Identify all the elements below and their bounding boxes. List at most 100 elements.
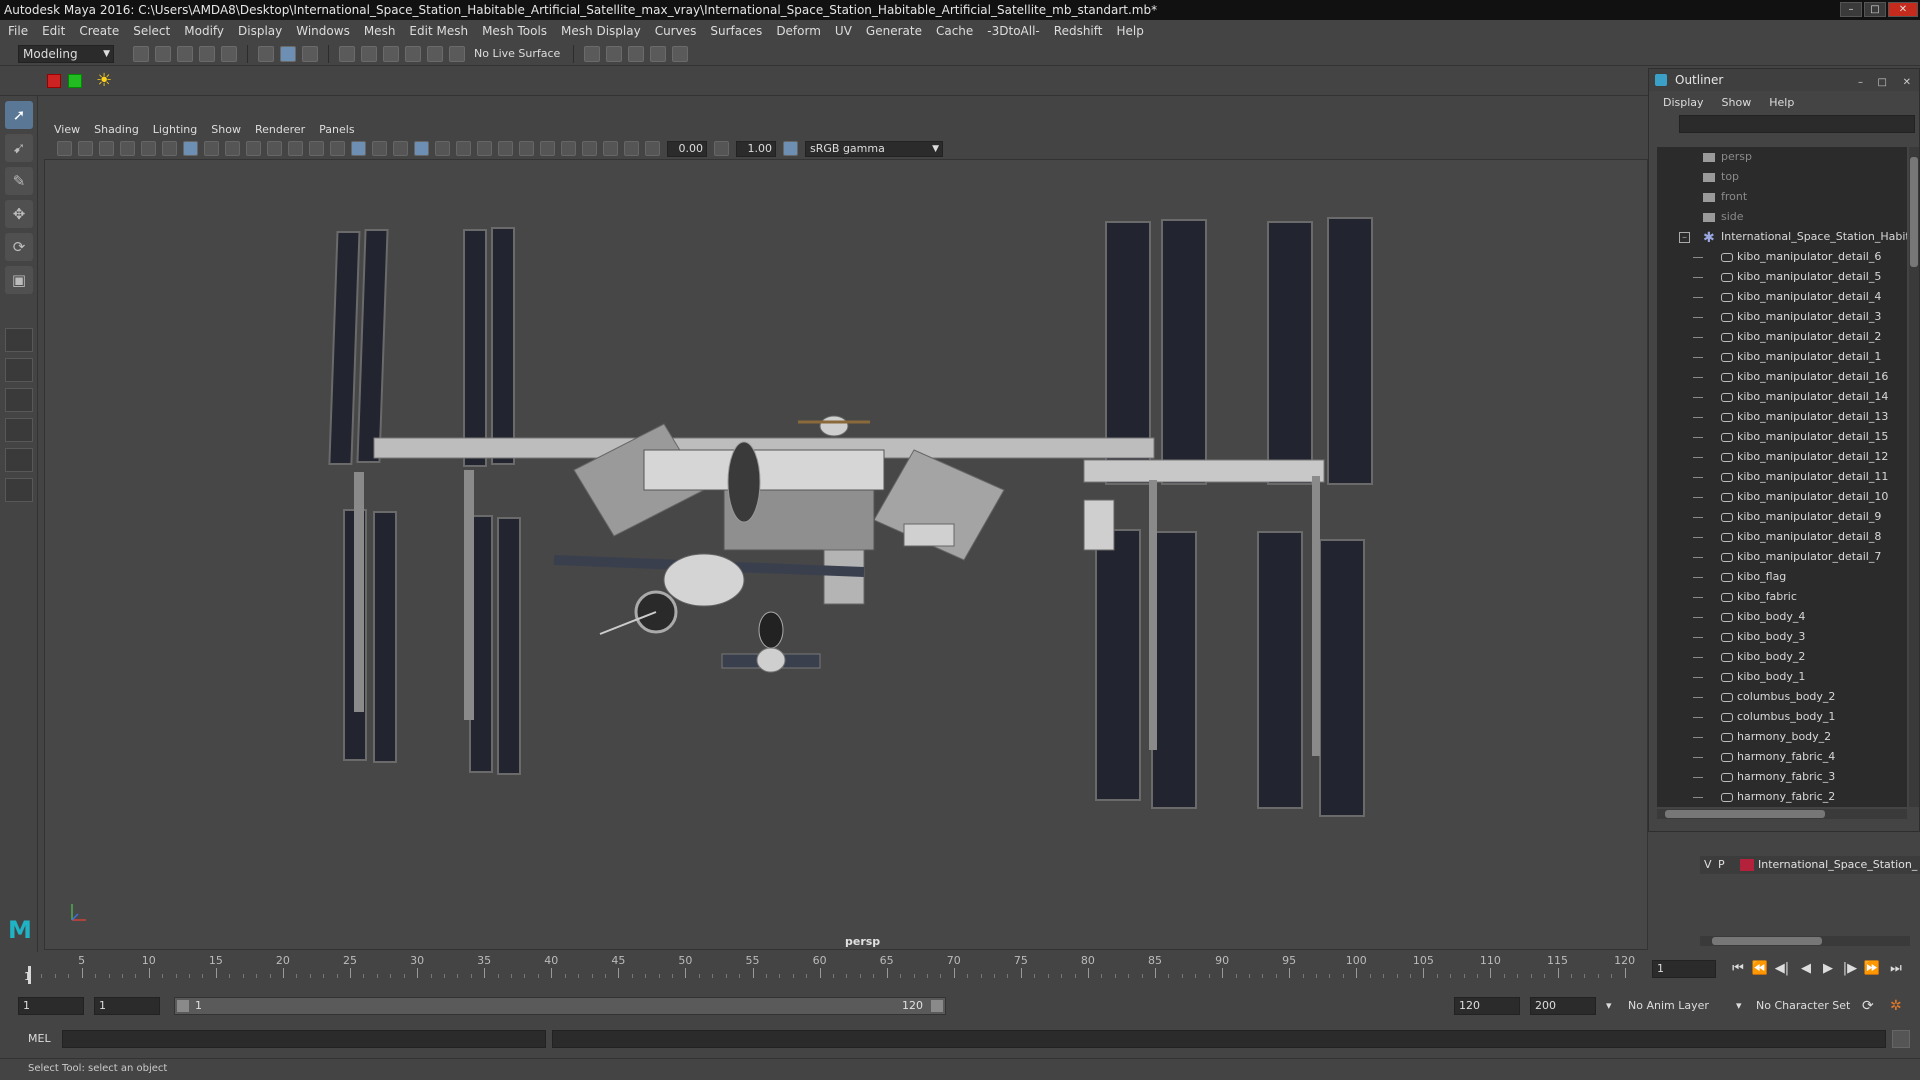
textured-icon[interactable] — [414, 141, 429, 156]
display-layer-row[interactable]: V P International_Space_Station_H — [1700, 856, 1920, 874]
grid-icon[interactable] — [183, 141, 198, 156]
maximize-button[interactable]: □ — [1864, 2, 1886, 17]
outliner-item[interactable]: harmony_fabric_3 — [1657, 767, 1907, 787]
outliner-menu-help[interactable]: Help — [1769, 96, 1794, 109]
select-hierarchy-icon[interactable] — [258, 45, 274, 62]
outliner-item[interactable]: columbus_body_2 — [1657, 687, 1907, 707]
step-forward-frame-icon[interactable]: |▶ — [1840, 960, 1860, 978]
isolate-select-icon[interactable] — [561, 141, 576, 156]
scrollbar-thumb[interactable] — [1665, 810, 1825, 818]
layout-single-icon[interactable] — [5, 328, 33, 352]
use-default-material-icon[interactable] — [372, 141, 387, 156]
outliner-vertical-scrollbar[interactable] — [1909, 147, 1919, 807]
select-component-icon[interactable] — [302, 45, 318, 62]
command-language-label[interactable]: MEL — [28, 1031, 51, 1047]
menu-deform[interactable]: Deform — [776, 24, 821, 38]
open-scene-icon[interactable] — [155, 45, 171, 62]
render-current-icon[interactable] — [606, 45, 623, 62]
layout-grid-icon[interactable] — [5, 478, 33, 502]
menu-modify[interactable]: Modify — [184, 24, 224, 38]
outliner-item[interactable]: kibo_manipulator_detail_7 — [1657, 547, 1907, 567]
menu-windows[interactable]: Windows — [296, 24, 350, 38]
rotate-tool-icon[interactable]: ⟳ — [5, 233, 33, 261]
panel-menu-panels[interactable]: Panels — [319, 123, 354, 136]
snap-curve-icon[interactable] — [361, 45, 377, 62]
command-input[interactable] — [62, 1030, 546, 1048]
camera-icon[interactable] — [57, 141, 72, 156]
playback-start-field[interactable]: 1 — [94, 997, 160, 1015]
outliner-item-persp[interactable]: persp — [1657, 147, 1907, 167]
anim-layer-dropdown[interactable]: No Anim Layer — [1628, 997, 1709, 1015]
make-live-icon[interactable] — [449, 45, 465, 62]
safe-action-icon[interactable] — [288, 141, 303, 156]
menu-mesh-display[interactable]: Mesh Display — [561, 24, 641, 38]
exposure-field[interactable]: 0.00 — [667, 140, 707, 157]
outliner-item[interactable]: kibo_manipulator_detail_5 — [1657, 267, 1907, 287]
outliner-menu-display[interactable]: Display — [1663, 96, 1704, 109]
panel-menu-renderer[interactable]: Renderer — [255, 123, 305, 136]
range-start-handle[interactable] — [177, 1000, 189, 1012]
bookmark-icon[interactable] — [99, 141, 114, 156]
playback-end-field[interactable]: 120 — [1454, 997, 1520, 1015]
render-view-icon[interactable] — [584, 45, 601, 62]
motion-blur-icon[interactable] — [498, 141, 513, 156]
menu-set-dropdown[interactable]: Modeling ▼ — [18, 44, 114, 63]
shadows-icon[interactable] — [456, 141, 471, 156]
lights-icon[interactable] — [435, 141, 450, 156]
outliner-item[interactable]: kibo_manipulator_detail_6 — [1657, 247, 1907, 267]
menu-mesh[interactable]: Mesh — [364, 24, 396, 38]
anti-aliasing-icon[interactable] — [519, 141, 534, 156]
outliner-item[interactable]: kibo_manipulator_detail_14 — [1657, 387, 1907, 407]
outliner-item-top[interactable]: top — [1657, 167, 1907, 187]
camera-attributes-icon[interactable] — [78, 141, 93, 156]
panel-menu-lighting[interactable]: Lighting — [153, 123, 197, 136]
menu-select[interactable]: Select — [133, 24, 170, 38]
field-chart-icon[interactable] — [267, 141, 282, 156]
safe-title-icon[interactable] — [309, 141, 324, 156]
range-end-handle[interactable] — [931, 1000, 943, 1012]
paint-select-icon[interactable]: ✎ — [5, 167, 33, 195]
outliner-item[interactable]: harmony_fabric_2 — [1657, 787, 1907, 807]
resolution-gate-icon[interactable] — [225, 141, 240, 156]
outliner-search-input[interactable] — [1679, 115, 1915, 133]
sun-icon[interactable]: ☀ — [96, 72, 114, 90]
grease-pencil-icon[interactable] — [162, 141, 177, 156]
save-scene-icon[interactable] — [177, 45, 193, 62]
outliner-item-front[interactable]: front — [1657, 187, 1907, 207]
film-gate-icon[interactable] — [204, 141, 219, 156]
chevron-down-icon[interactable]: ▾ — [1736, 997, 1742, 1015]
menu-uv[interactable]: UV — [835, 24, 852, 38]
play-backwards-icon[interactable]: ◀ — [1796, 960, 1816, 978]
time-slider[interactable]: 5 10 15 20 25 30 35 40 45 50 55 60 65 70 75 80 85 90 95 100… — [0, 952, 1920, 986]
panel-menu-shading[interactable]: Shading — [94, 123, 139, 136]
depth-of-field-icon[interactable] — [540, 141, 555, 156]
smooth-shade-icon[interactable] — [351, 141, 366, 156]
menu-create[interactable]: Create — [79, 24, 119, 38]
outliner-item[interactable]: kibo_manipulator_detail_15 — [1657, 427, 1907, 447]
auto-key-icon[interactable]: ⟳ — [1862, 997, 1874, 1015]
minimize-button[interactable]: – — [1840, 2, 1862, 17]
image-plane-icon[interactable] — [120, 141, 135, 156]
outliner-item[interactable]: kibo_manipulator_detail_3 — [1657, 307, 1907, 327]
step-back-key-icon[interactable]: ⏪ — [1750, 960, 1770, 978]
xray-active-icon[interactable] — [603, 141, 618, 156]
lasso-tool-icon[interactable]: ➹ — [5, 134, 33, 162]
outliner-item[interactable]: kibo_fabric — [1657, 587, 1907, 607]
gate-mask-icon[interactable] — [246, 141, 261, 156]
outliner-item[interactable]: kibo_manipulator_detail_10 — [1657, 487, 1907, 507]
outliner-item[interactable]: kibo_body_1 — [1657, 667, 1907, 687]
outliner-item[interactable]: kibo_manipulator_detail_4 — [1657, 287, 1907, 307]
menu-redshift[interactable]: Redshift — [1054, 24, 1103, 38]
character-set-dropdown[interactable]: No Character Set — [1756, 997, 1850, 1015]
layer-horizontal-scrollbar[interactable] — [1700, 936, 1910, 946]
hypershade-icon[interactable] — [672, 45, 689, 62]
go-to-end-icon[interactable]: ⏭ — [1886, 960, 1906, 978]
outliner-item[interactable]: kibo_body_2 — [1657, 647, 1907, 667]
layout-four-icon[interactable] — [5, 358, 33, 382]
xray-icon[interactable] — [582, 141, 597, 156]
scrollbar-thumb[interactable] — [1910, 157, 1918, 267]
current-frame-field[interactable]: 1 — [1652, 960, 1716, 978]
outliner-minimize-button[interactable]: – — [1858, 72, 1863, 94]
menu-edit-mesh[interactable]: Edit Mesh — [409, 24, 468, 38]
menu-display[interactable]: Display — [238, 24, 282, 38]
